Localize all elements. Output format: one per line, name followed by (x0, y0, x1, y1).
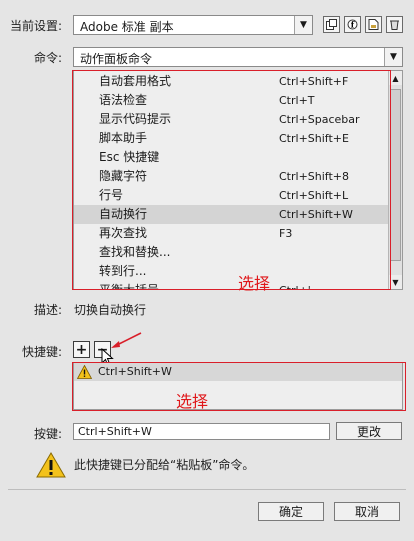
annotation-text: 选择 (238, 274, 271, 293)
command-select[interactable]: 动作面板命令 ▼ (73, 47, 403, 67)
annotation-box (72, 362, 406, 411)
cancel-button[interactable]: 取消 (334, 502, 400, 521)
scroll-thumb[interactable] (390, 89, 401, 261)
chevron-down-icon[interactable]: ▼ (384, 48, 402, 66)
divider (8, 489, 406, 490)
command-value: 动作面板命令 (80, 52, 153, 66)
preset-value: Adobe 标准 副本 (80, 20, 174, 34)
export-set-icon[interactable] (365, 16, 382, 33)
annotation-box (72, 70, 391, 290)
warning-icon (36, 452, 66, 478)
preset-select[interactable]: Adobe 标准 副本 ▼ (73, 15, 313, 35)
delete-set-icon[interactable] (386, 16, 403, 33)
description-label: 描述: (34, 303, 63, 317)
chevron-down-icon[interactable]: ▼ (294, 16, 312, 34)
annotation-text: 选择 (176, 392, 209, 411)
ok-button[interactable]: 确定 (258, 502, 324, 521)
change-button[interactable]: 更改 (336, 422, 402, 440)
description-value: 切换自动换行 (74, 303, 147, 317)
shortcut-label: 快捷键: (22, 345, 63, 359)
keypress-input[interactable]: Ctrl+Shift+W (73, 423, 330, 440)
duplicate-set-icon[interactable] (323, 16, 340, 33)
message-text: 此快捷键已分配给“粘贴板”命令。 (74, 458, 255, 472)
preset-label: 当前设置: (10, 19, 63, 33)
command-label: 命令: (34, 51, 63, 65)
keypress-label: 按键: (34, 427, 63, 441)
add-shortcut-button[interactable]: + (73, 341, 90, 358)
rename-set-icon[interactable]: f (344, 16, 361, 33)
svg-text:f: f (351, 20, 355, 30)
